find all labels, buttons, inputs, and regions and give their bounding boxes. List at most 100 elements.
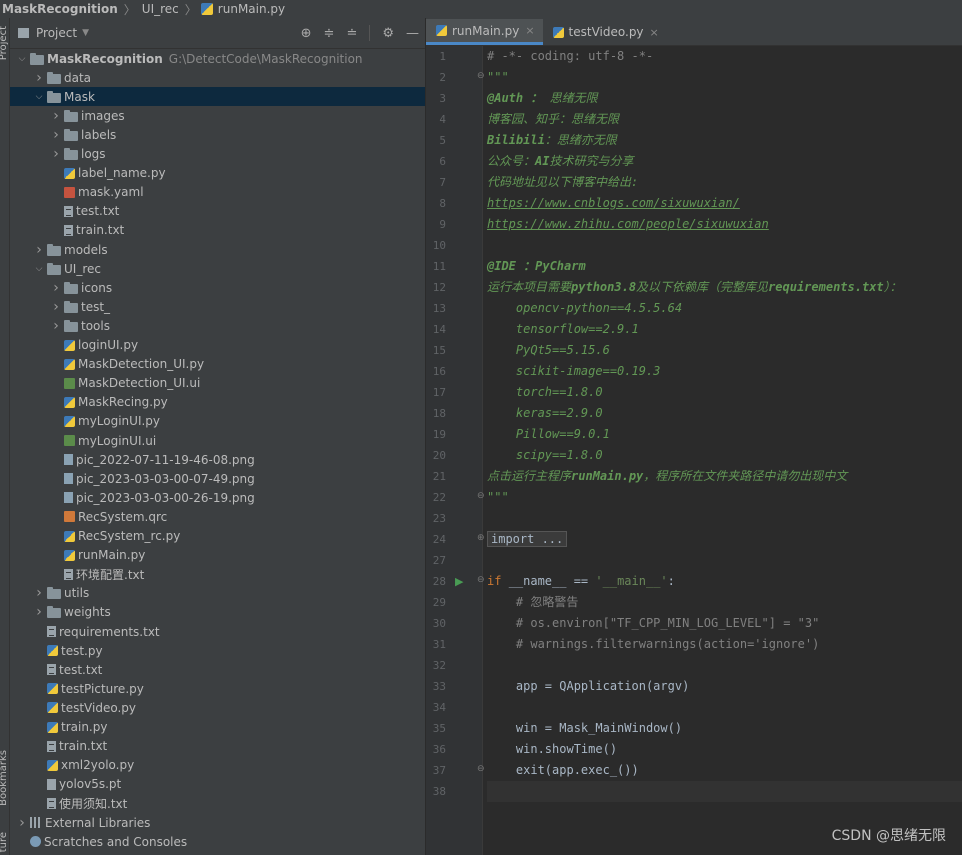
- tree-file-item[interactable]: label_name.py: [10, 164, 425, 183]
- code-token[interactable]: https://www.zhihu.com/people/sixuwuxian: [487, 217, 769, 231]
- tree-folder-item[interactable]: › data: [10, 68, 425, 87]
- fold-toggle-icon[interactable]: ⊖: [477, 71, 485, 81]
- chevron-right-icon[interactable]: ›: [50, 146, 62, 162]
- fold-toggle-icon[interactable]: ⊖: [477, 764, 485, 774]
- code-token[interactable]: https://www.cnblogs.com/sixuwuxian/: [487, 196, 740, 210]
- code-token: opencv-python==4.5.5.64: [487, 301, 683, 315]
- breadcrumb-item[interactable]: runMain.py: [216, 2, 287, 16]
- tree-folder-item[interactable]: › weights: [10, 603, 425, 622]
- tree-file-item[interactable]: runMain.py: [10, 546, 425, 565]
- tree-file-item[interactable]: pic_2022-07-11-19-46-08.png: [10, 450, 425, 469]
- tree-file-item[interactable]: pic_2023-03-03-00-26-19.png: [10, 488, 425, 507]
- chevron-right-icon[interactable]: ›: [33, 585, 45, 601]
- ui-file-icon: [64, 435, 75, 446]
- chevron-right-icon[interactable]: ›: [50, 127, 62, 143]
- code-token: AI: [535, 154, 550, 168]
- chevron-down-icon[interactable]: ▼: [82, 28, 89, 38]
- tree-file-item[interactable]: 使用须知.txt: [10, 794, 425, 813]
- tree-file-item[interactable]: train.txt: [10, 737, 425, 756]
- tree-item-label: train.txt: [59, 739, 108, 754]
- chevron-right-icon[interactable]: ›: [50, 108, 62, 124]
- locate-file-icon[interactable]: ⊕: [301, 26, 312, 41]
- code-token: 点击运行主程序: [487, 469, 572, 483]
- fold-toggle-icon[interactable]: ⊖: [477, 575, 485, 585]
- fold-toggle-icon[interactable]: ⊕: [477, 533, 485, 543]
- tree-file-item[interactable]: testVideo.py: [10, 698, 425, 717]
- line-number: 31: [432, 638, 446, 651]
- chevron-right-icon[interactable]: ›: [16, 815, 28, 831]
- tree-folder-item[interactable]: ⌵ Mask: [10, 87, 425, 107]
- collapse-all-icon[interactable]: ≐: [346, 26, 357, 41]
- tree-item-label: test.py: [61, 643, 103, 658]
- tree-file-item[interactable]: MaskDetection_UI.py: [10, 355, 425, 374]
- tree-file-item[interactable]: 环境配置.txt: [10, 565, 425, 584]
- tree-file-item[interactable]: MaskRecing.py: [10, 393, 425, 412]
- fold-toggle-icon[interactable]: ⊖: [477, 491, 485, 501]
- tree-folder-item[interactable]: › models: [10, 240, 425, 259]
- close-icon[interactable]: ×: [650, 26, 659, 39]
- tree-file-item[interactable]: test.txt: [10, 660, 425, 679]
- tree-folder-item[interactable]: ⌵ UI_rec: [10, 259, 425, 278]
- tree-folder-item[interactable]: › utils: [10, 584, 425, 603]
- project-tool-window-tab[interactable]: Project: [0, 26, 9, 60]
- editor-tab[interactable]: runMain.py ×: [426, 19, 543, 45]
- line-number: 35: [432, 722, 446, 735]
- breadcrumb-item[interactable]: MaskRecognition: [0, 2, 120, 16]
- close-icon[interactable]: ×: [525, 24, 534, 37]
- tree-file-item[interactable]: train.txt: [10, 221, 425, 240]
- tree-file-item[interactable]: mask.yaml: [10, 183, 425, 202]
- project-panel-title[interactable]: Project: [36, 26, 77, 40]
- code-view[interactable]: # -*- coding: utf-8 -*- """ @Auth ： 思绪无限 博客…: [487, 46, 962, 855]
- tree-file-item[interactable]: Scratches and Consoles: [10, 832, 425, 851]
- tree-file-item[interactable]: requirements.txt: [10, 622, 425, 641]
- tree-file-item[interactable]: MaskDetection_UI.ui: [10, 374, 425, 393]
- tree-file-item[interactable]: RecSystem.qrc: [10, 507, 425, 526]
- tree-file-item[interactable]: myLoginUI.ui: [10, 431, 425, 450]
- tree-folder-item[interactable]: › labels: [10, 125, 425, 144]
- chevron-right-icon[interactable]: ›: [50, 318, 62, 334]
- code-line: keras==2.9.0: [487, 403, 603, 424]
- code-line: win.showTime(): [487, 739, 617, 760]
- chevron-right-icon[interactable]: ›: [33, 242, 45, 258]
- tree-folder-item[interactable]: › test_: [10, 297, 425, 316]
- chevron-right-icon[interactable]: ›: [50, 299, 62, 315]
- structure-tool-window-tab[interactable]: ture: [0, 832, 9, 852]
- tree-file-item[interactable]: testPicture.py: [10, 679, 425, 698]
- python-file-icon: [47, 721, 58, 733]
- tree-folder-item[interactable]: › tools: [10, 316, 425, 335]
- library-icon: [30, 817, 42, 828]
- expand-all-icon[interactable]: ≑: [324, 26, 335, 41]
- chevron-down-icon[interactable]: ⌵: [16, 54, 28, 64]
- editor-tab[interactable]: testVideo.py ×: [543, 19, 667, 45]
- tree-file-item[interactable]: yolov5s.pt: [10, 775, 425, 794]
- tree-file-item[interactable]: test.txt: [10, 202, 425, 221]
- tree-file-item[interactable]: loginUI.py: [10, 336, 425, 355]
- chevron-down-icon[interactable]: ⌵: [33, 92, 45, 102]
- tree-item-label: logs: [81, 147, 106, 161]
- tree-folder-item[interactable]: › images: [10, 106, 425, 125]
- tree-file-item[interactable]: train.py: [10, 718, 425, 737]
- tree-folder-item[interactable]: › logs: [10, 145, 425, 164]
- tree-file-item[interactable]: › External Libraries: [10, 813, 425, 832]
- editor-tab-label: testVideo.py: [568, 25, 644, 39]
- bookmarks-tool-window-tab[interactable]: Bookmarks: [0, 750, 9, 806]
- chevron-right-icon[interactable]: ›: [50, 280, 62, 296]
- code-token: 公众号：: [487, 154, 536, 168]
- tree-file-item[interactable]: pic_2023-03-03-00-07-49.png: [10, 469, 425, 488]
- gear-icon[interactable]: ⚙: [382, 26, 394, 41]
- tree-folder-item[interactable]: ⌵ MaskRecognition G:\DetectCode\MaskRecogn…: [10, 49, 425, 68]
- tree-file-item[interactable]: test.py: [10, 641, 425, 660]
- tree-item-label: 环境配置.txt: [76, 567, 145, 582]
- chevron-right-icon[interactable]: ›: [33, 604, 45, 620]
- tree-file-item[interactable]: xml2yolo.py: [10, 756, 425, 775]
- chevron-right-icon[interactable]: ›: [33, 70, 45, 86]
- tree-file-item[interactable]: myLoginUI.py: [10, 412, 425, 431]
- run-icon[interactable]: ▶: [455, 575, 463, 588]
- folded-imports[interactable]: import ...: [487, 531, 568, 547]
- hide-panel-icon[interactable]: —: [406, 26, 419, 41]
- breadcrumb-item[interactable]: UI_rec: [140, 2, 181, 16]
- tree-file-item[interactable]: RecSystem_rc.py: [10, 527, 425, 546]
- chevron-down-icon[interactable]: ⌵: [33, 264, 45, 274]
- tree-folder-item[interactable]: › icons: [10, 278, 425, 297]
- tree-item-label: MaskDetection_UI.ui: [78, 376, 201, 391]
